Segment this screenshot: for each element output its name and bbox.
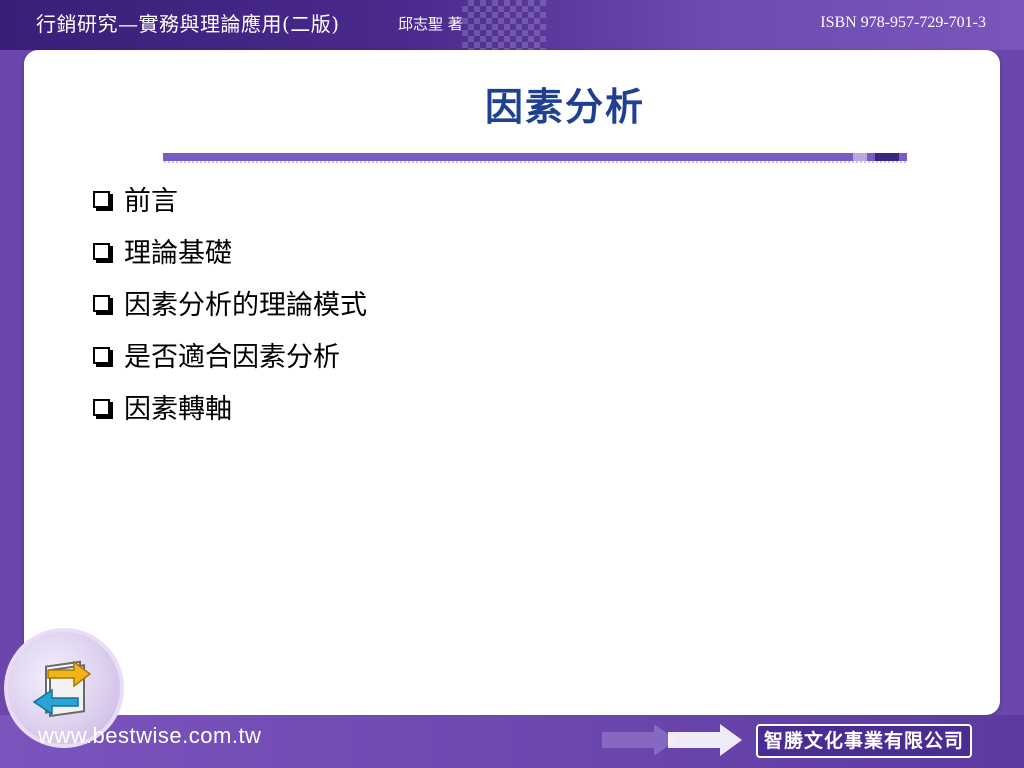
checkbox-bullet-icon [93,398,110,416]
checkbox-bullet-icon [93,242,110,260]
header-check-pattern [462,0,546,50]
slide-title: 因素分析 [484,85,645,129]
list-item-label: 因素轉軸 [124,393,232,425]
book-title: 行銷研究—實務與理論應用(二版) [36,12,340,36]
website-url: www.bestwise.com.tw [38,723,262,748]
checkbox-bullet-icon [93,346,110,364]
title-underline-dots [163,161,907,163]
list-item: 因素分析的理論模式 [93,276,367,328]
book-author: 邱志聖 著 [398,15,463,33]
list-item-label: 因素分析的理論模式 [124,289,367,321]
list-item: 因素轉軸 [93,380,367,432]
list-item-label: 理論基礎 [124,237,232,269]
list-item-label: 前言 [124,185,178,217]
checkbox-bullet-icon [93,294,110,312]
checkbox-bullet-icon [93,190,110,208]
bullet-list: 前言 理論基礎 因素分析的理論模式 是否適合因素分析 因素轉軸 [93,172,367,432]
title-underline [163,153,907,161]
publisher-badge: 智勝文化事業有限公司 [756,724,973,758]
title-underline-accent-light [853,153,867,161]
title-underline-accent-dark [875,153,899,161]
double-arrow-icon [602,724,742,756]
isbn-label: ISBN 978-957-729-701-3 [820,14,986,31]
list-item-label: 是否適合因素分析 [124,341,340,373]
list-item: 前言 [93,172,367,224]
list-item: 是否適合因素分析 [93,328,367,380]
list-item: 理論基礎 [93,224,367,276]
